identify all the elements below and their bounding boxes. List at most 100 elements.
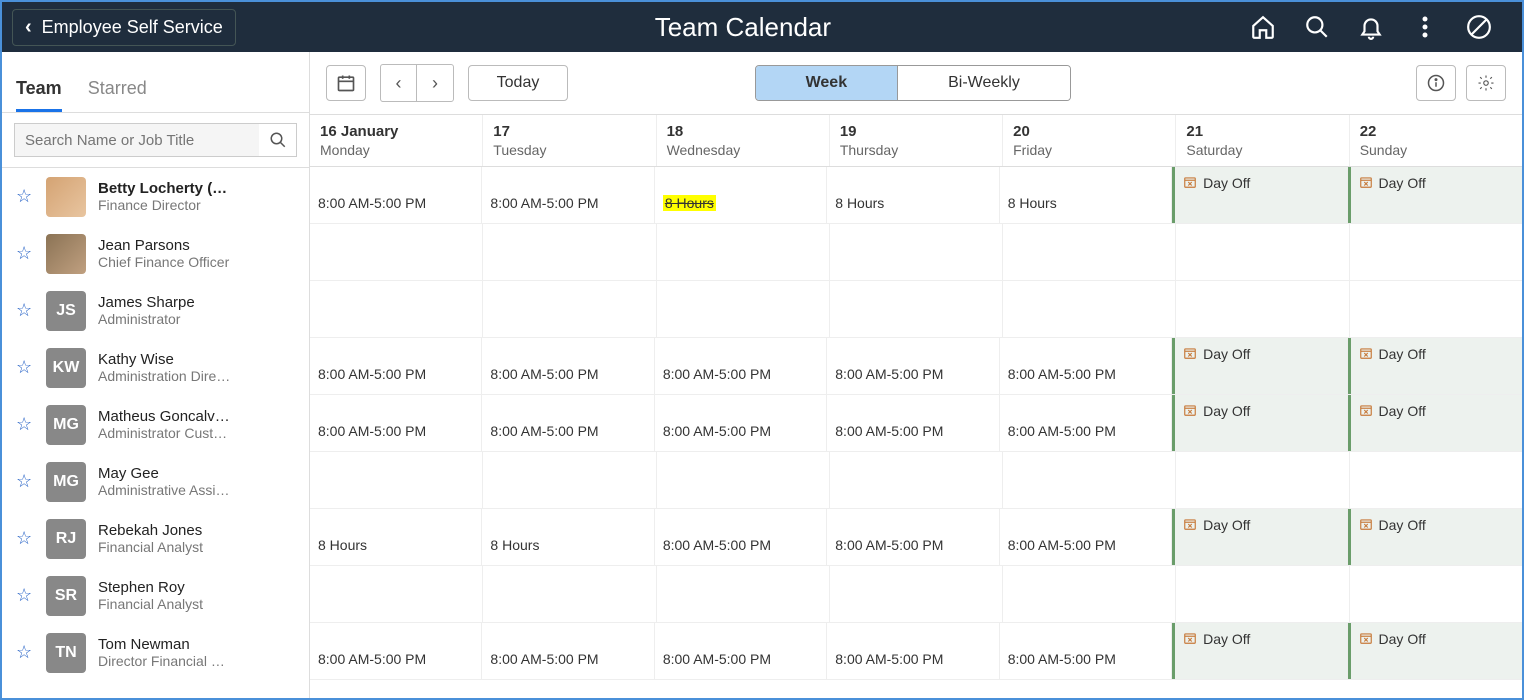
schedule-cell[interactable]: 8:00 AM-5:00 PM bbox=[310, 338, 482, 394]
schedule-cell[interactable]: 8:00 AM-5:00 PM bbox=[827, 509, 999, 565]
schedule-cell[interactable] bbox=[657, 566, 830, 622]
star-icon[interactable]: ☆ bbox=[16, 585, 34, 606]
schedule-cell[interactable]: 8:00 AM-5:00 PM bbox=[482, 167, 654, 223]
employee-row[interactable]: ☆KWKathy WiseAdministration Dire… bbox=[2, 339, 309, 396]
schedule-cell[interactable]: 8:00 AM-5:00 PM bbox=[310, 623, 482, 679]
schedule-cell[interactable] bbox=[483, 566, 656, 622]
today-button[interactable]: Today bbox=[468, 65, 568, 101]
settings-button[interactable] bbox=[1466, 65, 1506, 101]
star-icon[interactable]: ☆ bbox=[16, 528, 34, 549]
search-button[interactable] bbox=[259, 123, 297, 157]
star-icon[interactable]: ☆ bbox=[16, 642, 34, 663]
employee-row[interactable]: ☆MGMay GeeAdministrative Assi… bbox=[2, 453, 309, 510]
schedule-cell[interactable] bbox=[1003, 281, 1176, 337]
schedule-row: 8:00 AM-5:00 PM8:00 AM-5:00 PM8 Hours8 H… bbox=[310, 167, 1522, 224]
schedule-cell[interactable] bbox=[1176, 452, 1349, 508]
schedule-cell[interactable]: 8:00 AM-5:00 PM bbox=[310, 167, 482, 223]
schedule-cell[interactable]: 8:00 AM-5:00 PM bbox=[1000, 623, 1172, 679]
search-input[interactable] bbox=[14, 123, 259, 157]
schedule-cell[interactable]: Day Off bbox=[1172, 395, 1347, 451]
schedule-cell[interactable] bbox=[483, 452, 656, 508]
schedule-cell[interactable] bbox=[1350, 566, 1522, 622]
schedule-cell[interactable]: 8:00 AM-5:00 PM bbox=[827, 338, 999, 394]
star-icon[interactable]: ☆ bbox=[16, 300, 34, 321]
schedule-cell[interactable]: Day Off bbox=[1172, 167, 1347, 223]
schedule-cell[interactable]: 8:00 AM-5:00 PM bbox=[655, 623, 827, 679]
search-icon[interactable] bbox=[1304, 14, 1330, 40]
schedule-cell[interactable] bbox=[830, 281, 1003, 337]
schedule-cell[interactable] bbox=[1350, 281, 1522, 337]
schedule-cell[interactable]: Day Off bbox=[1348, 338, 1522, 394]
schedule-cell[interactable] bbox=[1003, 452, 1176, 508]
employee-row[interactable]: ☆JSJames SharpeAdministrator bbox=[2, 282, 309, 339]
employee-row[interactable]: ☆RJRebekah JonesFinancial Analyst bbox=[2, 510, 309, 567]
schedule-cell[interactable] bbox=[1003, 224, 1176, 280]
schedule-cell[interactable] bbox=[1003, 566, 1176, 622]
schedule-cell[interactable]: 8:00 AM-5:00 PM bbox=[310, 395, 482, 451]
schedule-cell[interactable] bbox=[483, 224, 656, 280]
schedule-cell[interactable]: 8:00 AM-5:00 PM bbox=[655, 338, 827, 394]
schedule-cell[interactable] bbox=[310, 452, 483, 508]
schedule-cell[interactable] bbox=[310, 281, 483, 337]
schedule-cell[interactable]: 8:00 AM-5:00 PM bbox=[827, 623, 999, 679]
schedule-cell[interactable]: Day Off bbox=[1348, 167, 1522, 223]
schedule-cell[interactable] bbox=[657, 224, 830, 280]
schedule-cell[interactable]: 8:00 AM-5:00 PM bbox=[1000, 395, 1172, 451]
schedule-cell[interactable]: 8:00 AM-5:00 PM bbox=[655, 395, 827, 451]
star-icon[interactable]: ☆ bbox=[16, 414, 34, 435]
bell-icon[interactable] bbox=[1358, 14, 1384, 40]
schedule-cell[interactable]: 8:00 AM-5:00 PM bbox=[655, 509, 827, 565]
tab-team[interactable]: Team bbox=[16, 78, 62, 112]
schedule-cell[interactable] bbox=[657, 452, 830, 508]
schedule-cell[interactable] bbox=[830, 452, 1003, 508]
next-button[interactable]: › bbox=[417, 65, 453, 101]
schedule-cell[interactable]: 8 Hours bbox=[482, 509, 654, 565]
schedule-cell[interactable] bbox=[310, 224, 483, 280]
star-icon[interactable]: ☆ bbox=[16, 243, 34, 264]
more-icon[interactable] bbox=[1412, 14, 1438, 40]
schedule-cell[interactable]: 8 Hours bbox=[1000, 167, 1172, 223]
schedule-cell[interactable] bbox=[483, 281, 656, 337]
schedule-cell[interactable]: Day Off bbox=[1172, 509, 1347, 565]
schedule-cell[interactable]: 8:00 AM-5:00 PM bbox=[482, 623, 654, 679]
schedule-cell[interactable]: 8:00 AM-5:00 PM bbox=[482, 395, 654, 451]
schedule-cell[interactable]: Day Off bbox=[1172, 623, 1347, 679]
star-icon[interactable]: ☆ bbox=[16, 186, 34, 207]
schedule-cell[interactable]: 8:00 AM-5:00 PM bbox=[1000, 338, 1172, 394]
schedule-cell[interactable]: 8:00 AM-5:00 PM bbox=[1000, 509, 1172, 565]
home-icon[interactable] bbox=[1250, 14, 1276, 40]
prev-button[interactable]: ‹ bbox=[381, 65, 417, 101]
schedule-cell[interactable]: 8 Hours bbox=[827, 167, 999, 223]
back-button[interactable]: ‹ Employee Self Service bbox=[12, 9, 236, 46]
schedule-cell[interactable] bbox=[1176, 281, 1349, 337]
schedule-cell[interactable] bbox=[1350, 224, 1522, 280]
schedule-cell[interactable] bbox=[1176, 566, 1349, 622]
schedule-cell[interactable] bbox=[310, 566, 483, 622]
seg-week[interactable]: Week bbox=[756, 66, 899, 100]
date-picker-button[interactable] bbox=[326, 65, 366, 101]
star-icon[interactable]: ☆ bbox=[16, 357, 34, 378]
schedule-cell[interactable]: 8:00 AM-5:00 PM bbox=[482, 338, 654, 394]
schedule-cell[interactable]: 8 Hours bbox=[310, 509, 482, 565]
star-icon[interactable]: ☆ bbox=[16, 471, 34, 492]
schedule-cell[interactable]: Day Off bbox=[1348, 395, 1522, 451]
schedule-cell[interactable]: Day Off bbox=[1172, 338, 1347, 394]
employee-row[interactable]: ☆SRStephen RoyFinancial Analyst bbox=[2, 567, 309, 624]
compass-icon[interactable] bbox=[1466, 14, 1492, 40]
schedule-cell[interactable]: Day Off bbox=[1348, 623, 1522, 679]
schedule-cell[interactable]: 8 Hours bbox=[655, 167, 827, 223]
employee-row[interactable]: ☆MGMatheus Goncalv…Administrator Cust… bbox=[2, 396, 309, 453]
seg-biweekly[interactable]: Bi-Weekly bbox=[898, 66, 1070, 100]
schedule-cell[interactable] bbox=[1350, 452, 1522, 508]
employee-row[interactable]: ☆Jean ParsonsChief Finance Officer bbox=[2, 225, 309, 282]
schedule-cell[interactable]: 8:00 AM-5:00 PM bbox=[827, 395, 999, 451]
schedule-cell[interactable]: Day Off bbox=[1348, 509, 1522, 565]
schedule-cell[interactable] bbox=[830, 566, 1003, 622]
schedule-cell[interactable] bbox=[657, 281, 830, 337]
employee-row[interactable]: ☆Betty Locherty (…Finance Director bbox=[2, 168, 309, 225]
info-button[interactable] bbox=[1416, 65, 1456, 101]
schedule-cell[interactable] bbox=[830, 224, 1003, 280]
tab-starred[interactable]: Starred bbox=[88, 78, 147, 112]
schedule-cell[interactable] bbox=[1176, 224, 1349, 280]
employee-row[interactable]: ☆TNTom NewmanDirector Financial … bbox=[2, 624, 309, 681]
